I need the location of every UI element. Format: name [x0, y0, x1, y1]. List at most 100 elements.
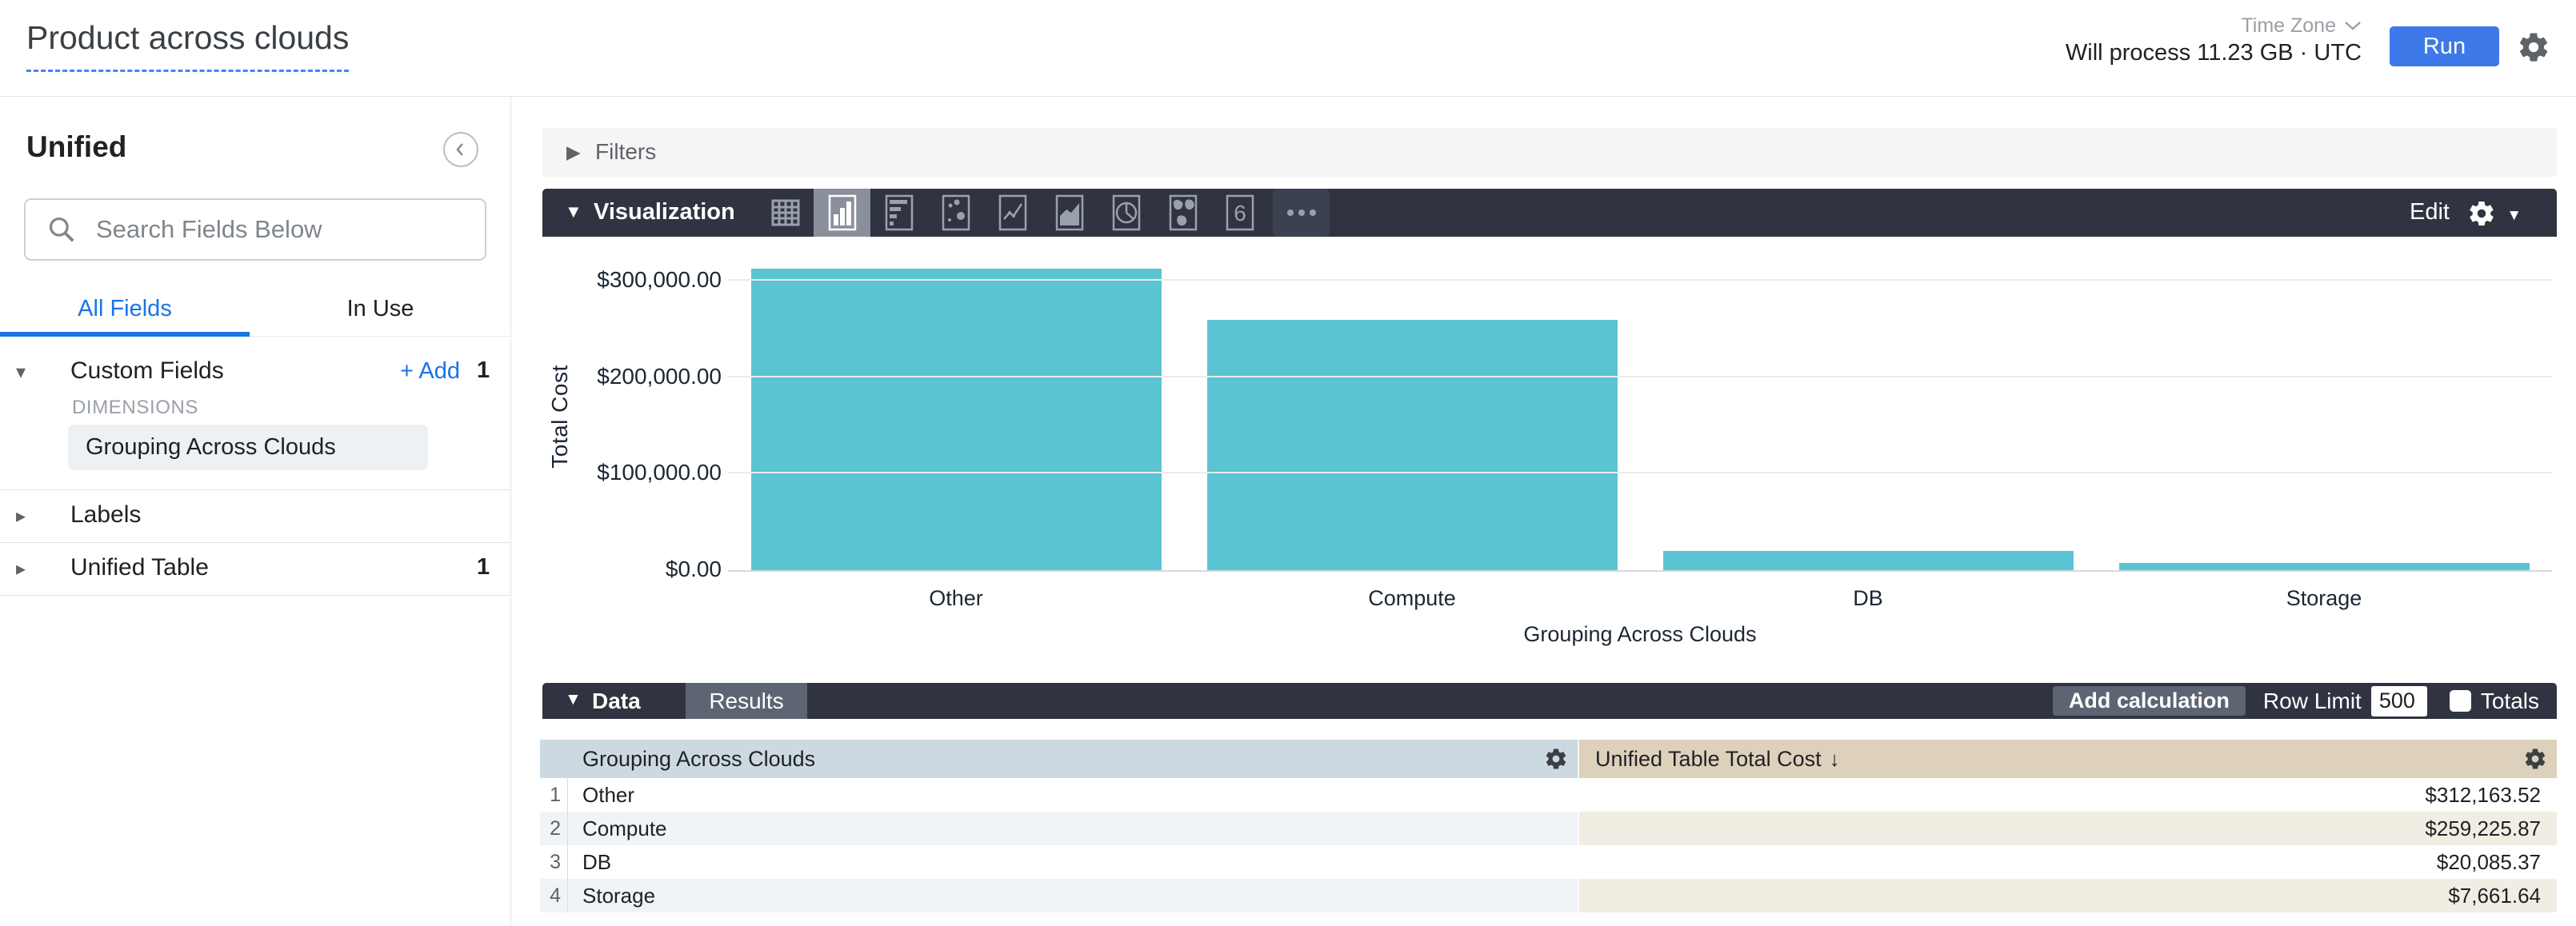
divider [0, 595, 511, 596]
x-category-label: Compute [1184, 586, 1640, 611]
run-button[interactable]: Run [2390, 26, 2499, 66]
chart-type-pie-icon[interactable] [1098, 189, 1154, 237]
dimension-cell[interactable]: Compute [568, 812, 1578, 845]
dimensions-group-label: DIMENSIONS [72, 397, 198, 419]
tab-all-fields[interactable]: All Fields [0, 296, 250, 322]
search-input[interactable] [96, 215, 448, 244]
more-chart-types-icon[interactable] [1273, 189, 1330, 237]
row-limit-input[interactable] [2371, 686, 2427, 716]
tab-in-use[interactable]: In Use [250, 296, 511, 322]
collapse-sidebar-button[interactable] [443, 132, 478, 167]
table-row: 3DB$20,085.37 [540, 845, 2557, 879]
caret-down-icon[interactable]: ▾ [16, 361, 26, 384]
chart-type-column-icon[interactable] [814, 189, 870, 237]
column-header-dimension[interactable]: Grouping Across Clouds [568, 740, 1578, 778]
section-count: 1 [477, 554, 490, 581]
search-icon [46, 214, 77, 245]
chart-type-single-value-icon[interactable]: 6 [1211, 189, 1268, 237]
dimension-cell[interactable]: Other [568, 778, 1578, 812]
value-cell[interactable]: $20,085.37 [1578, 845, 2557, 879]
value-cell[interactable]: $7,661.64 [1578, 879, 2557, 912]
table-row: 4Storage$7,661.64 [540, 879, 2557, 912]
x-category-label: DB [1640, 586, 2096, 611]
value-cell[interactable]: $259,225.87 [1578, 812, 2557, 845]
gridline [728, 279, 2552, 281]
bar-compute[interactable] [1207, 320, 1618, 570]
dimension-cell[interactable]: DB [568, 845, 1578, 879]
bar-chart: Total Cost $0.00$100,000.00$200,000.00$3… [542, 237, 2557, 669]
column-header-label: Grouping Across Clouds [582, 747, 815, 772]
svg-text:6: 6 [1234, 201, 1246, 226]
caret-right-icon[interactable]: ▸ [16, 505, 26, 528]
dimension-cell[interactable]: Storage [568, 879, 1578, 912]
section-unified-table[interactable]: ▸ Unified Table 1 [0, 543, 511, 594]
value-cell[interactable]: $312,163.52 [1578, 778, 2557, 812]
explore-settings-gear-icon[interactable] [2517, 30, 2550, 64]
y-tick-label: $300,000.00 [542, 267, 722, 293]
add-custom-field-button[interactable]: + Add [400, 358, 460, 385]
x-category-label: Other [728, 586, 1184, 611]
chart-type-scatter-icon[interactable] [927, 189, 984, 237]
section-labels[interactable]: ▸ Labels [0, 490, 511, 541]
field-grouping-across-clouds[interactable]: Grouping Across Clouds [68, 425, 428, 470]
table-row: 2Compute$259,225.87 [540, 812, 2557, 845]
bar-db[interactable] [1663, 551, 2074, 570]
explore-name: Unified [26, 130, 126, 164]
add-calculation-button[interactable]: Add calculation [2053, 686, 2246, 716]
field-search-box[interactable] [24, 198, 486, 261]
table-body: 1Other$312,163.522Compute$259,225.873DB$… [540, 778, 2557, 912]
column-gear-icon[interactable] [1544, 747, 1568, 771]
bars [728, 263, 2552, 570]
section-label: Labels [70, 501, 141, 529]
bar-slot [1640, 263, 2096, 570]
chart-type-line-icon[interactable] [984, 189, 1041, 237]
x-axis: OtherComputeDBStorage [728, 586, 2552, 611]
top-bar: Product across clouds Time Zone Will pro… [0, 0, 2576, 97]
results-table: Grouping Across Clouds Unified Table Tot… [540, 740, 2557, 912]
section-custom-fields[interactable]: ▾ Custom Fields + Add 1 [0, 346, 511, 397]
row-number: 3 [540, 845, 568, 879]
y-tick-label: $0.00 [542, 557, 722, 582]
chevron-down-icon [2344, 21, 2362, 31]
chart-type-area-icon[interactable] [1041, 189, 1098, 237]
bar-other[interactable] [751, 269, 1162, 570]
column-gear-icon[interactable] [2523, 747, 2547, 771]
timezone-control[interactable]: Time Zone [2241, 14, 2362, 38]
caret-down-icon[interactable]: ▼ [565, 202, 582, 222]
timezone-label: Time Zone [2241, 14, 2336, 38]
caret-right-icon[interactable]: ▸ [16, 557, 26, 581]
caret-down-icon[interactable]: ▼ [2506, 207, 2522, 225]
visualization-label: Visualization [594, 199, 735, 226]
row-number: 2 [540, 812, 568, 845]
x-axis-line [728, 570, 2552, 572]
gridline [728, 376, 2552, 377]
bar-slot [728, 263, 1184, 570]
chart-type-map-icon[interactable] [1154, 189, 1211, 237]
edit-visualization-button[interactable]: Edit [2410, 199, 2450, 226]
column-header-measure[interactable]: Unified Table Total Cost ↓ [1578, 740, 2557, 778]
filters-bar[interactable]: ▶ Filters [542, 128, 2557, 177]
bar-storage[interactable] [2119, 563, 2530, 570]
chart-type-table-icon[interactable] [757, 189, 814, 237]
page-title[interactable]: Product across clouds [26, 19, 349, 72]
row-number: 4 [540, 879, 568, 912]
caret-right-icon: ▶ [566, 142, 581, 163]
chevron-left-icon [452, 141, 470, 158]
x-axis-title: Grouping Across Clouds [728, 622, 2552, 647]
visualization-settings-gear-icon[interactable] [2467, 199, 2496, 228]
y-tick-label: $100,000.00 [542, 460, 722, 485]
totals-checkbox[interactable] [2450, 690, 2471, 712]
process-note: Will process 11.23 GB · UTC [2066, 40, 2362, 66]
chart-type-bar-icon[interactable] [870, 189, 927, 237]
sidebar-tabs: All Fields In Use [0, 283, 511, 337]
caret-down-icon[interactable]: ▼ [565, 690, 582, 709]
section-count: 1 [477, 357, 490, 384]
section-label: Custom Fields [70, 357, 224, 385]
section-label: Unified Table [70, 554, 209, 581]
y-axis: $0.00$100,000.00$200,000.00$300,000.00 [542, 263, 722, 570]
tab-results[interactable]: Results [686, 683, 807, 719]
chart-plot [728, 263, 2552, 570]
data-label: Data [592, 689, 641, 714]
data-bar-controls: Add calculation Row Limit Totals [2053, 683, 2557, 719]
visualization-bar: ▼ Visualization [542, 189, 2557, 237]
